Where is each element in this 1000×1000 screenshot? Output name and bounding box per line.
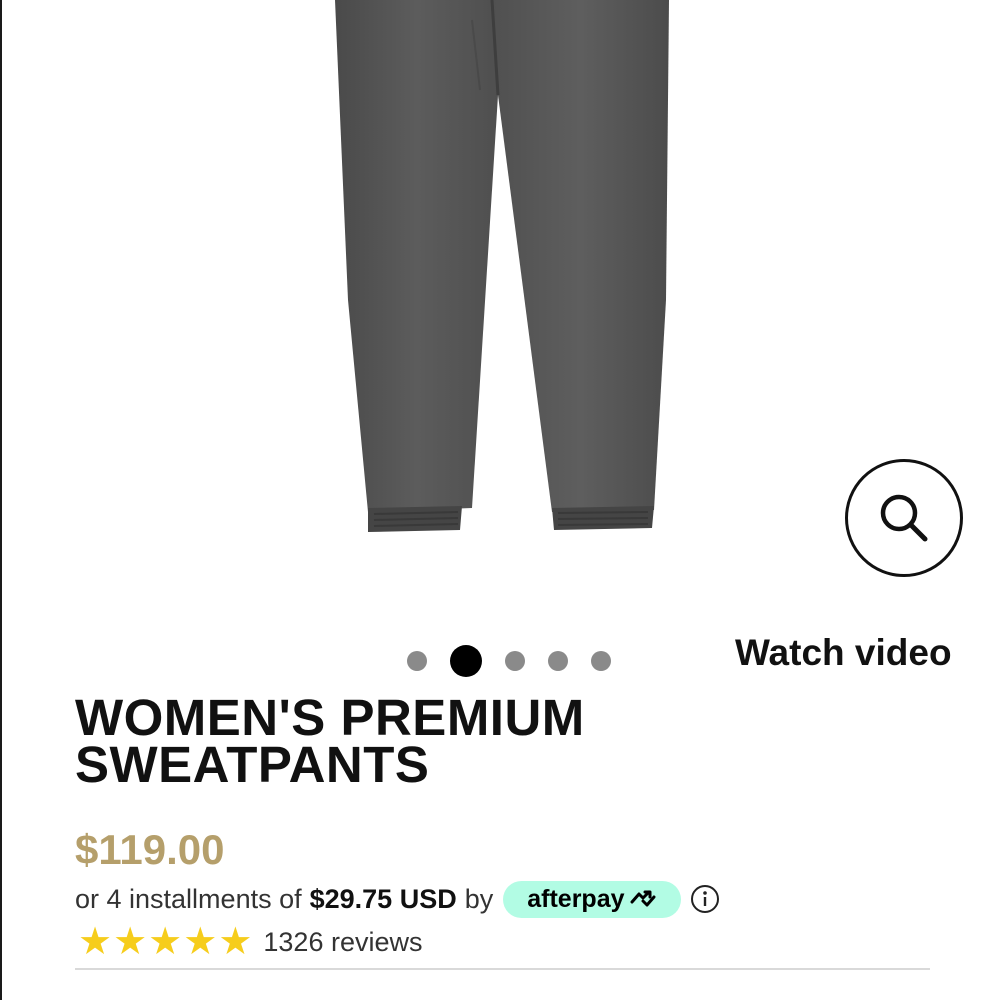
carousel-dot[interactable] <box>505 651 525 671</box>
reviews-count[interactable]: 1326 reviews <box>263 927 422 958</box>
afterpay-logo-text: afterpay <box>527 884 625 913</box>
installments-by: by <box>464 883 494 914</box>
star-icon: ★ <box>113 921 148 963</box>
info-icon[interactable] <box>690 884 720 914</box>
carousel-dot[interactable] <box>407 651 427 671</box>
star-icon: ★ <box>218 921 253 963</box>
search-icon <box>880 494 928 542</box>
afterpay-badge[interactable]: afterpay <box>503 880 681 918</box>
carousel-dot[interactable] <box>591 651 611 671</box>
divider <box>75 968 930 970</box>
installment-amount: $29.75 USD <box>309 883 457 914</box>
star-icon: ★ <box>183 921 218 963</box>
watch-video-link[interactable]: Watch video <box>735 632 952 674</box>
carousel-dot-active[interactable] <box>450 645 482 677</box>
star-icon: ★ <box>78 921 113 963</box>
star-icon: ★ <box>148 921 183 963</box>
carousel-dots <box>407 645 611 677</box>
carousel-dot[interactable] <box>548 651 568 671</box>
afterpay-arrows-icon <box>630 890 655 907</box>
product-title: WOMEN'S PREMIUM SWEATPANTS <box>75 692 695 790</box>
installments-row: or 4 installments of $29.75 USD by after… <box>75 880 720 918</box>
rating-row[interactable]: ★ ★ ★ ★ ★ 1326 reviews <box>78 922 422 962</box>
product-price: $119.00 <box>75 826 225 873</box>
zoom-button[interactable] <box>845 459 963 577</box>
installments-prefix: or 4 installments of <box>75 883 302 914</box>
product-title-line-2: SWEATPANTS <box>75 736 430 793</box>
product-page: Watch video WOMEN'S PREMIUM SWEATPANTS $… <box>0 0 1000 1000</box>
